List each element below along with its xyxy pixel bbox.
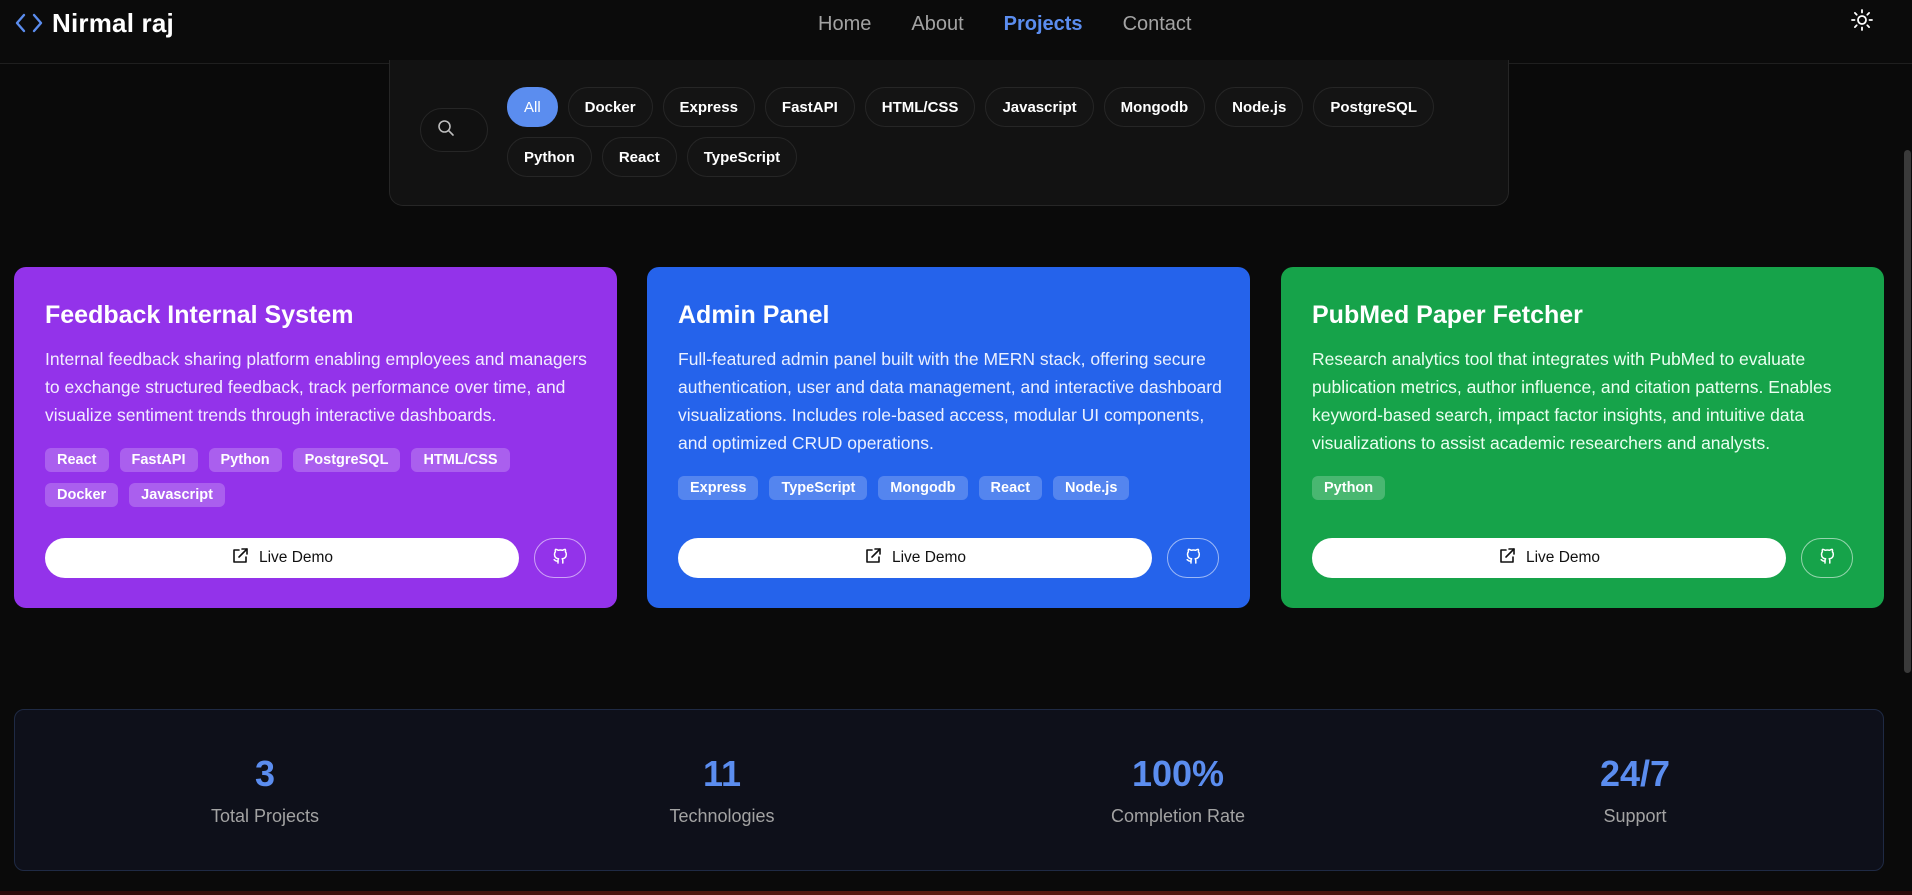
github-button[interactable]	[1801, 538, 1853, 578]
project-tag: Express	[678, 476, 759, 500]
sun-icon	[1850, 8, 1874, 37]
filter-chip-typescript[interactable]: TypeScript	[686, 137, 798, 177]
live-demo-button[interactable]: Live Demo	[678, 538, 1152, 578]
project-title: PubMed Paper Fetcher	[1312, 301, 1583, 329]
filter-chip-javascript[interactable]: Javascript	[985, 87, 1094, 127]
project-title: Feedback Internal System	[45, 301, 354, 329]
search-button[interactable]	[420, 108, 488, 152]
project-tag: React	[45, 448, 109, 472]
portfolio-page: Nirmal raj Home About Projects Contact A…	[0, 0, 1912, 895]
bottom-edge-decoration	[0, 891, 1912, 895]
stat-completion-rate: 100% Completion Rate	[1028, 752, 1328, 827]
project-tag: Python	[208, 448, 282, 472]
stats-panel: 3 Total Projects 11 Technologies 100% Co…	[14, 709, 1884, 871]
project-card-admin-panel: Admin Panel Full-featured admin panel bu…	[647, 267, 1250, 608]
filter-chip-postgresql[interactable]: PostgreSQL	[1313, 87, 1435, 127]
project-tag: Docker	[45, 483, 119, 507]
nav-about[interactable]: About	[911, 13, 963, 36]
external-link-icon	[1498, 547, 1516, 570]
main-nav: Home About Projects Contact	[818, 10, 1192, 38]
live-demo-button[interactable]: Live Demo	[1312, 538, 1786, 578]
live-demo-label: Live Demo	[1525, 549, 1601, 566]
project-tags: Express TypeScript Mongodb React Node.js	[678, 476, 1223, 500]
stat-label: Total Projects	[210, 806, 320, 826]
project-description: Internal feedback sharing platform enabl…	[45, 349, 587, 425]
github-icon	[551, 547, 569, 570]
stat-total-projects: 3 Total Projects	[115, 752, 415, 827]
project-title: Admin Panel	[678, 301, 830, 329]
project-tag: Python	[1312, 476, 1386, 500]
filter-chip-python[interactable]: Python	[507, 137, 592, 177]
stat-label: Technologies	[669, 806, 775, 826]
github-button[interactable]	[1167, 538, 1219, 578]
project-tag: TypeScript	[769, 476, 868, 500]
live-demo-label: Live Demo	[258, 549, 334, 566]
filter-chip-all[interactable]: All	[507, 87, 558, 127]
project-tag: PostgreSQL	[292, 448, 401, 472]
site-header: Nirmal raj Home About Projects Contact	[0, 0, 1912, 64]
project-description: Full-featured admin panel built with the…	[678, 349, 1222, 453]
nav-contact[interactable]: Contact	[1123, 13, 1192, 36]
theme-toggle-button[interactable]	[1848, 8, 1876, 36]
github-icon	[1184, 547, 1202, 570]
project-tag: Javascript	[129, 483, 225, 507]
brand[interactable]: Nirmal raj	[14, 8, 174, 38]
project-description: Research analytics tool that integrates …	[1312, 349, 1832, 453]
nav-projects[interactable]: Projects	[1004, 13, 1083, 36]
project-tag: Mongodb	[878, 476, 968, 500]
filter-chip-fastapi[interactable]: FastAPI	[764, 87, 855, 127]
github-icon	[1818, 547, 1836, 570]
filter-chip-mongodb[interactable]: Mongodb	[1103, 87, 1206, 127]
project-card-feedback: Feedback Internal System Internal feedba…	[14, 267, 617, 608]
stat-support: 24/7 Support	[1485, 752, 1785, 827]
technology-filter-chips: All Docker Express FastAPI HTML/CSS Java…	[507, 87, 1497, 177]
filter-chip-html-css[interactable]: HTML/CSS	[864, 87, 976, 127]
project-tag: React	[978, 476, 1043, 500]
stat-value: 11	[702, 753, 742, 794]
stat-value: 24/7	[1599, 753, 1671, 794]
project-tag: HTML/CSS	[411, 448, 510, 472]
code-brackets-icon	[14, 11, 44, 35]
stat-value: 3	[254, 753, 276, 794]
brand-name: Nirmal raj	[52, 7, 174, 38]
filter-panel: All Docker Express FastAPI HTML/CSS Java…	[389, 60, 1509, 206]
live-demo-button[interactable]: Live Demo	[45, 538, 519, 578]
external-link-icon	[231, 547, 249, 570]
scrollbar-thumb[interactable]	[1904, 150, 1911, 673]
project-card-pubmed: PubMed Paper Fetcher Research analytics …	[1281, 267, 1884, 608]
filter-chip-nodejs[interactable]: Node.js	[1215, 87, 1304, 127]
filter-chip-react[interactable]: React	[601, 137, 677, 177]
stat-label: Completion Rate	[1110, 806, 1246, 826]
project-tag: FastAPI	[119, 448, 198, 472]
github-button[interactable]	[534, 538, 586, 578]
stat-label: Support	[1603, 806, 1667, 826]
filter-chip-docker[interactable]: Docker	[567, 87, 653, 127]
search-icon	[437, 119, 455, 142]
filter-chip-express[interactable]: Express	[662, 87, 755, 127]
nav-home[interactable]: Home	[818, 13, 871, 36]
external-link-icon	[864, 547, 882, 570]
live-demo-label: Live Demo	[891, 549, 967, 566]
stat-technologies: 11 Technologies	[572, 752, 872, 827]
stat-value: 100%	[1131, 753, 1225, 794]
project-tag: Node.js	[1053, 476, 1130, 500]
project-tags: Python	[1312, 476, 1857, 500]
project-tags: React FastAPI Python PostgreSQL HTML/CSS…	[45, 448, 590, 507]
